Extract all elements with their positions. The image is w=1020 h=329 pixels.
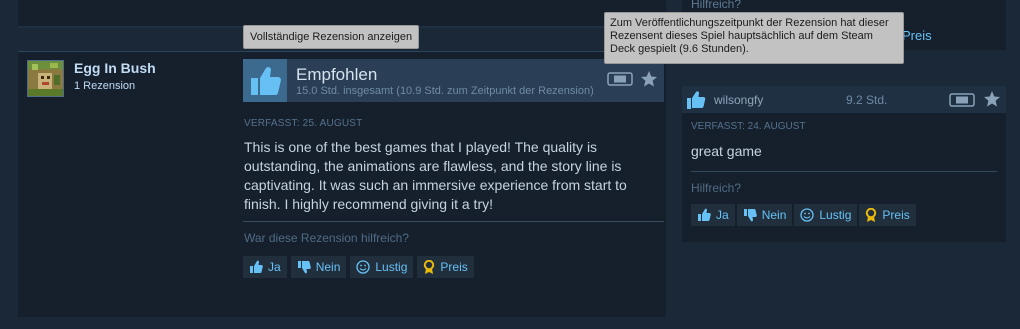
vote-no-button[interactable]: Nein <box>736 204 793 226</box>
vote-yes-button[interactable]: Ja <box>243 256 287 278</box>
thumbs-up-icon <box>250 260 263 273</box>
vote-no-label: Nein <box>761 208 787 222</box>
vote-yes-label: Ja <box>716 208 729 222</box>
avatar-pixel-art-icon <box>28 61 63 96</box>
steam-deck-tooltip: Zum Veröffentlichungszeitpunkt der Rezen… <box>604 12 904 64</box>
short-review-hours: 9.2 Std. <box>846 93 888 107</box>
award-ribbon-icon <box>424 259 435 274</box>
award-label: Preis <box>440 260 468 274</box>
vote-yes-button[interactable]: Ja <box>691 204 735 226</box>
previous-review-strip <box>18 0 666 28</box>
short-review-vote-buttons: Ja Nein Lustig Preis <box>691 204 916 226</box>
short-review-text: great game <box>691 143 762 159</box>
author-review-count[interactable]: 1 Rezension <box>74 80 156 92</box>
vote-no-label: Nein <box>315 260 341 274</box>
playtime-hours: 15.0 Std. insgesamt (10.9 Std. zum Zeitp… <box>296 84 594 97</box>
helpful-label: Hilfreich? <box>691 0 742 11</box>
vote-funny-label: Lustig <box>375 260 408 274</box>
short-review-header[interactable]: wilsongfy 9.2 Std. <box>682 86 1006 113</box>
steam-deck-icon[interactable] <box>607 72 633 91</box>
review-vote-buttons: Ja Nein Lustig Preis <box>243 256 474 278</box>
award-label: Preis <box>882 208 910 222</box>
review-card: Egg In Bush 1 Rezension Empfohlen 15.0 S… <box>18 51 666 317</box>
thumbs-up-icon <box>698 208 711 221</box>
thumbs-down-icon <box>297 261 311 274</box>
divider <box>243 221 664 222</box>
vote-no-button[interactable]: Nein <box>290 256 347 278</box>
thumbs-up-icon <box>682 86 709 113</box>
vote-yes-label: Ja <box>268 260 281 274</box>
short-review-author[interactable]: wilsongfy <box>714 93 763 107</box>
smiley-icon <box>800 208 815 222</box>
author-name[interactable]: Egg In Bush <box>74 60 156 77</box>
divider <box>691 171 997 172</box>
award-star-icon[interactable] <box>640 70 658 93</box>
full-review-tooltip: Vollständige Rezension anzeigen <box>243 25 420 49</box>
posted-date: VERFASST: 25. AUGUST <box>244 118 363 129</box>
award-ribbon-icon <box>866 207 877 222</box>
thumbs-up-icon <box>243 59 287 102</box>
award-button[interactable]: Preis <box>417 256 474 278</box>
vote-funny-label: Lustig <box>819 208 852 222</box>
helpful-question: War diese Rezension hilfreich? <box>244 231 409 245</box>
smiley-icon <box>356 260 371 274</box>
review-text: This is one of the best games that I pla… <box>244 139 627 212</box>
review-author[interactable]: Egg In Bush 1 Rezension <box>27 60 156 97</box>
short-review-card: wilsongfy 9.2 Std. VERFASST: 24. AUGUST … <box>682 86 1006 242</box>
award-button[interactable]: Preis <box>859 204 916 226</box>
award-button-fragment[interactable]: Preis <box>902 28 932 43</box>
vote-funny-button[interactable]: Lustig <box>350 256 414 278</box>
award-star-icon[interactable] <box>983 90 1001 113</box>
thumbs-down-icon <box>743 209 757 222</box>
short-review-helpful-question: Hilfreich? <box>691 181 742 195</box>
recommendation-header[interactable]: Empfohlen 15.0 Std. insgesamt (10.9 Std.… <box>243 59 664 102</box>
vote-funny-button[interactable]: Lustig <box>794 204 858 226</box>
avatar[interactable] <box>27 60 64 97</box>
short-review-posted-date: VERFASST: 24. AUGUST <box>691 121 806 132</box>
steam-deck-icon[interactable] <box>949 93 975 112</box>
